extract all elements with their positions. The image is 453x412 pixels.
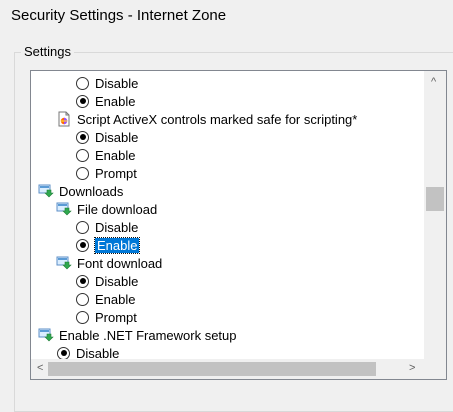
setting-item[interactable]: Script ActiveX controls marked safe for … <box>56 110 357 128</box>
radio-checked-icon[interactable] <box>76 238 89 252</box>
setting-label: Enable .NET Framework setup <box>59 327 237 343</box>
setting-label: Font download <box>77 255 163 271</box>
settings-group-label: Settings <box>21 44 74 59</box>
radio-option-label[interactable]: Disable <box>95 220 138 235</box>
setting-label: Script ActiveX controls marked safe for … <box>77 111 358 127</box>
radio-option-enable[interactable]: Enable <box>76 92 135 110</box>
radio-option-label[interactable]: Enable <box>95 148 135 163</box>
radio-unchecked-icon[interactable] <box>76 292 89 306</box>
radio-unchecked-icon[interactable] <box>76 76 89 90</box>
radio-option-label[interactable]: Enable <box>95 94 135 109</box>
radio-option-disable[interactable]: Disable <box>76 74 138 92</box>
radio-option-disable[interactable]: Disable <box>76 272 138 290</box>
downloads-icon <box>38 183 54 199</box>
radio-option-disable[interactable]: Disable <box>76 128 138 146</box>
radio-option-label[interactable]: Enable <box>95 292 135 307</box>
radio-option-label[interactable]: Disable <box>95 274 138 289</box>
window-title: Security Settings - Internet Zone <box>11 7 227 24</box>
font-download-icon <box>56 255 72 271</box>
activex-script-icon <box>56 111 72 127</box>
vertical-scrollbar[interactable]: ^ v <box>424 71 446 379</box>
setting-label: File download <box>77 201 158 217</box>
setting-label: Downloads <box>59 183 124 199</box>
scroll-left-arrow-icon[interactable]: < <box>37 363 43 374</box>
horizontal-scrollbar[interactable]: < > <box>31 359 424 379</box>
settings-category[interactable]: Enable .NET Framework setup <box>38 326 237 344</box>
radio-checked-icon[interactable] <box>76 130 89 144</box>
radio-unchecked-icon[interactable] <box>76 148 89 162</box>
setting-item[interactable]: File download <box>56 200 157 218</box>
radio-option-label[interactable]: Prompt <box>95 310 137 325</box>
radio-option-label[interactable]: Disable <box>95 130 138 145</box>
scrollbar-corner <box>424 359 446 379</box>
radio-checked-icon[interactable] <box>76 274 89 288</box>
settings-tree-viewport: Disable Enable Script ActiveX controls mar… <box>31 71 424 379</box>
scroll-right-arrow-icon[interactable]: > <box>409 363 415 374</box>
scroll-up-arrow-icon[interactable]: ^ <box>431 77 436 88</box>
radio-unchecked-icon[interactable] <box>76 220 89 234</box>
dotnet-setup-icon <box>38 327 54 343</box>
radio-option-label[interactable]: Disable <box>95 76 138 91</box>
vertical-scroll-thumb[interactable] <box>426 187 444 211</box>
radio-unchecked-icon[interactable] <box>76 310 89 324</box>
file-download-icon <box>56 201 72 217</box>
settings-category[interactable]: Downloads <box>38 182 123 200</box>
radio-unchecked-icon[interactable] <box>76 166 89 180</box>
radio-option-enable[interactable]: Enable <box>76 236 141 254</box>
radio-option-enable[interactable]: Enable <box>76 146 135 164</box>
setting-item[interactable]: Font download <box>56 254 162 272</box>
radio-option-enable[interactable]: Enable <box>76 290 135 308</box>
radio-checked-icon[interactable] <box>57 346 70 360</box>
radio-option-prompt[interactable]: Prompt <box>76 308 137 326</box>
radio-option-prompt[interactable]: Prompt <box>76 164 137 182</box>
radio-option-disable[interactable]: Disable <box>76 218 138 236</box>
radio-option-label[interactable]: Prompt <box>95 166 137 181</box>
settings-tree[interactable]: Disable Enable Script ActiveX controls mar… <box>30 70 447 380</box>
horizontal-scroll-thumb[interactable] <box>48 362 376 376</box>
radio-option-label[interactable]: Enable <box>93 236 141 254</box>
radio-checked-icon[interactable] <box>76 94 89 108</box>
